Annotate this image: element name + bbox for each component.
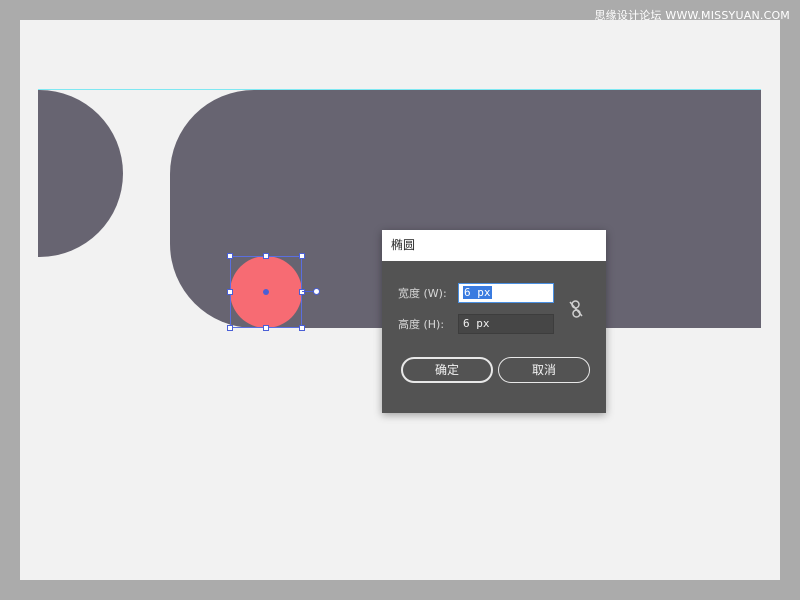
cancel-button[interactable]: 取消 (498, 357, 590, 383)
height-input[interactable]: 6 px (458, 314, 554, 334)
corner-widget-handle[interactable] (313, 288, 320, 295)
handle-top[interactable] (263, 253, 269, 259)
ellipse-dialog: 椭圆 宽度 (W): 6 px 高度 (H): 6 px 确定 取消 (382, 230, 606, 413)
handle-left[interactable] (227, 289, 233, 295)
handle-bottom[interactable] (263, 325, 269, 331)
unlinked-chain-icon[interactable] (568, 300, 584, 318)
selected-ellipse[interactable] (227, 253, 320, 331)
handle-bottom-left[interactable] (227, 325, 233, 331)
handle-top-left[interactable] (227, 253, 233, 259)
height-label: 高度 (H): (398, 318, 445, 331)
width-input[interactable]: 6 px (458, 283, 554, 303)
handle-right[interactable] (299, 289, 305, 295)
half-circle-shape[interactable] (38, 90, 123, 257)
handle-top-right[interactable] (299, 253, 305, 259)
width-row: 宽度 (W): 6 px (398, 283, 554, 303)
height-row: 高度 (H): 6 px (398, 314, 554, 334)
dialog-title: 椭圆 (382, 230, 606, 261)
width-label: 宽度 (W): (398, 287, 447, 300)
height-value: 6 px (463, 317, 490, 330)
ok-button[interactable]: 确定 (401, 357, 493, 383)
handle-bottom-right[interactable] (299, 325, 305, 331)
width-value: 6 px (463, 286, 492, 299)
center-point (263, 289, 269, 295)
